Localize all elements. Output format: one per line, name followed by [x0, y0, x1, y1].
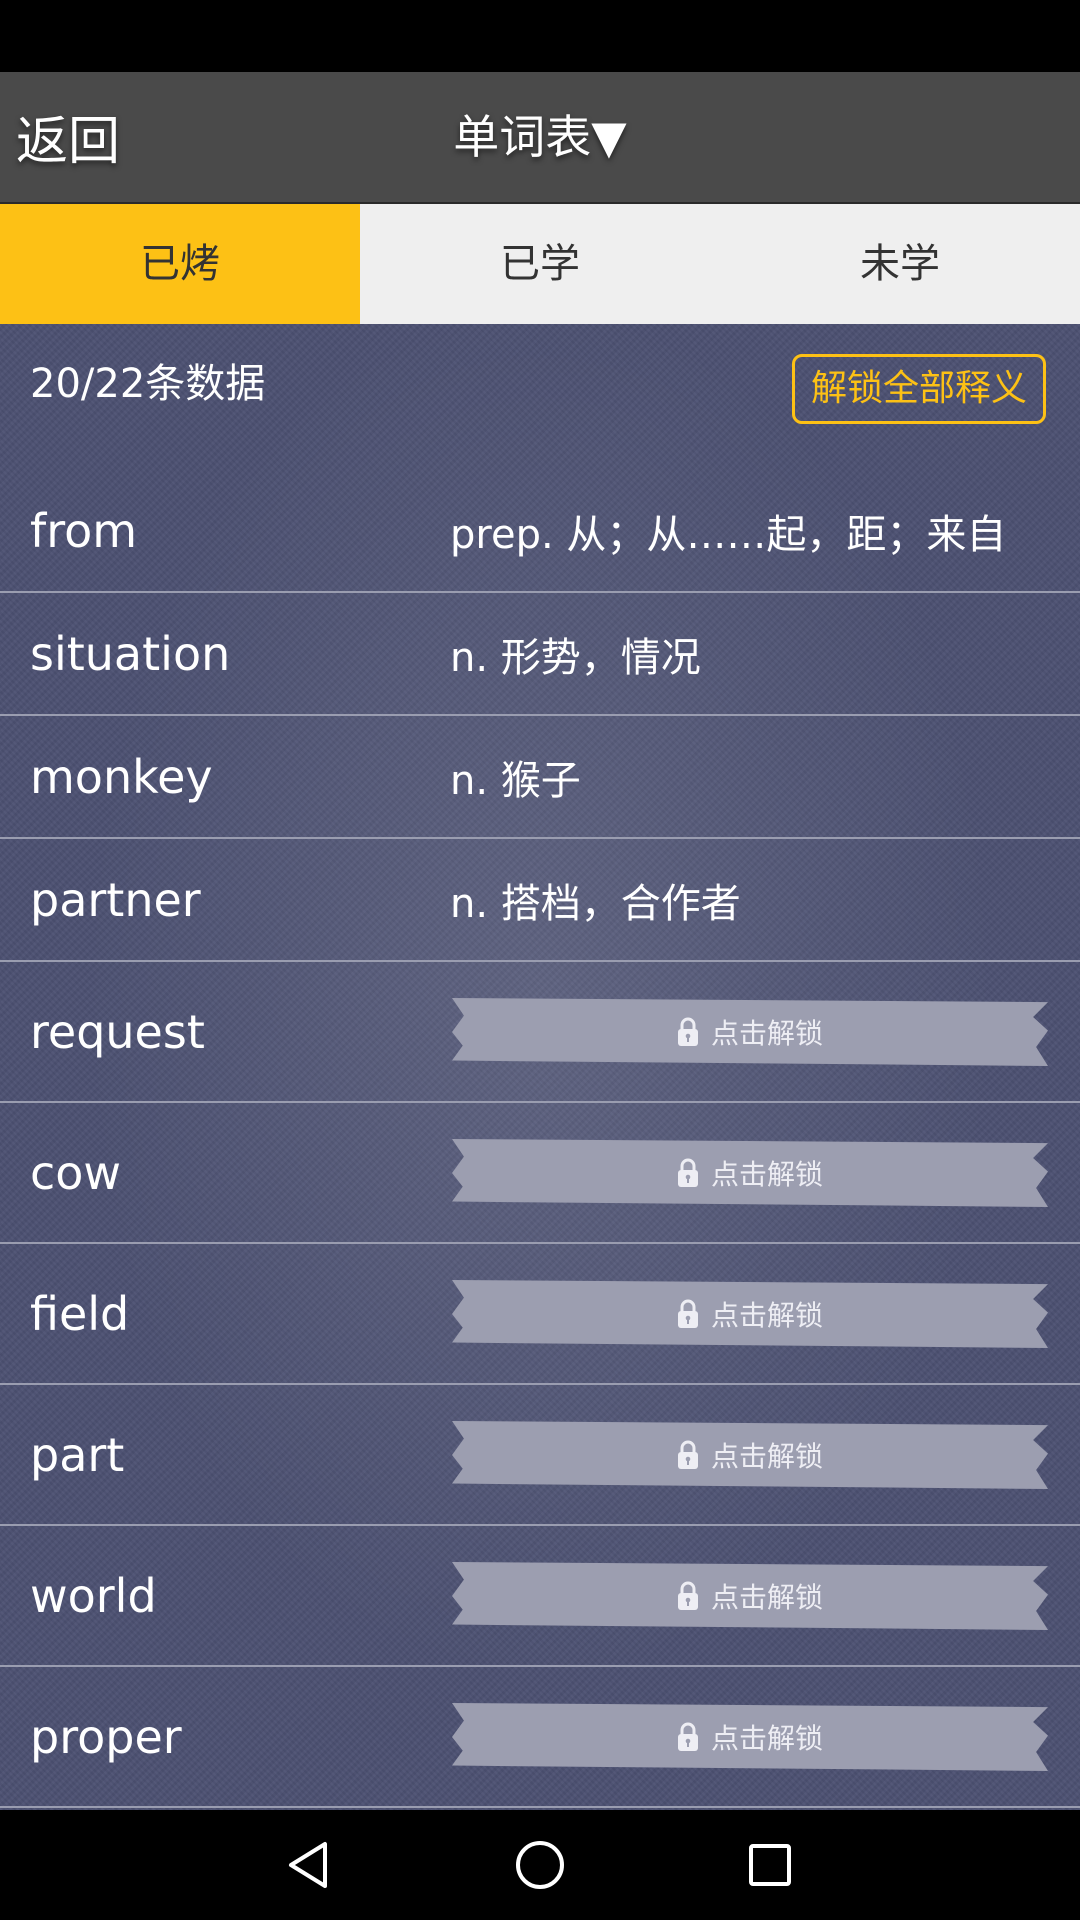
home-circle-icon[interactable]: [510, 1835, 570, 1895]
top-bar: 返回 单词表▼: [0, 72, 1080, 204]
word-row[interactable]: monkey n. 猴子: [0, 716, 1080, 839]
unlock-label: 点击解锁: [710, 1158, 823, 1191]
status-bar: [0, 0, 1080, 72]
tap-to-unlock-button[interactable]: 点击解锁: [452, 1703, 1048, 1771]
word-meaning: n. 形势，情况: [450, 634, 701, 681]
word-text: proper: [30, 1709, 182, 1764]
word-row[interactable]: world 点击解锁: [0, 1526, 1080, 1667]
word-row[interactable]: part 点击解锁: [0, 1385, 1080, 1526]
lock-icon: [677, 1158, 699, 1188]
system-nav-bar: [0, 1810, 1080, 1920]
word-text: part: [30, 1427, 125, 1482]
word-row[interactable]: cow 点击解锁: [0, 1103, 1080, 1244]
unlock-label: 点击解锁: [710, 1581, 823, 1614]
lock-icon: [677, 1440, 699, 1470]
word-row[interactable]: request 点击解锁: [0, 962, 1080, 1103]
word-text: field: [30, 1286, 130, 1341]
unlock-label: 点击解锁: [710, 1017, 823, 1050]
recents-square-icon[interactable]: [740, 1835, 800, 1895]
lock-icon: [677, 1017, 699, 1047]
tab-bar: 已烤 已学 未学: [0, 204, 1080, 324]
word-text: cow: [30, 1145, 122, 1200]
unlock-label: 点击解锁: [710, 1722, 823, 1755]
word-list: from prep. 从；从……起，距；来自 situation n. 形势，情况 mo…: [0, 470, 1080, 1808]
word-text: from: [30, 503, 138, 558]
tap-to-unlock-button[interactable]: 点击解锁: [452, 1139, 1048, 1207]
tap-to-unlock-button[interactable]: 点击解锁: [452, 1421, 1048, 1489]
dropdown-triangle-icon: ▼: [591, 110, 627, 164]
word-row[interactable]: partner n. 搭档，合作者: [0, 839, 1080, 962]
word-text: request: [30, 1004, 205, 1059]
tab-roasted[interactable]: 已烤: [0, 204, 360, 324]
tap-to-unlock-button[interactable]: 点击解锁: [452, 1562, 1048, 1630]
word-list-panel: 20/22条数据 解锁全部释义 from prep. 从；从……起，距；来自 sit…: [0, 324, 1080, 1810]
word-text: situation: [30, 626, 231, 681]
unlock-label: 点击解锁: [710, 1440, 823, 1473]
word-text: partner: [30, 872, 201, 927]
lock-icon: [677, 1299, 699, 1329]
tab-unlearned[interactable]: 未学: [720, 204, 1080, 324]
word-text: world: [30, 1568, 157, 1623]
lock-icon: [677, 1581, 699, 1611]
word-row[interactable]: from prep. 从；从……起，距；来自: [0, 470, 1080, 593]
word-meaning: n. 猴子: [450, 757, 581, 804]
tap-to-unlock-button[interactable]: 点击解锁: [452, 998, 1048, 1066]
wordlist-title-dropdown[interactable]: 单词表▼: [0, 92, 1080, 182]
tap-to-unlock-button[interactable]: 点击解锁: [452, 1280, 1048, 1348]
back-triangle-icon[interactable]: [280, 1835, 340, 1895]
lock-icon: [677, 1722, 699, 1752]
word-meaning: n. 搭档，合作者: [450, 880, 741, 927]
unlock-all-meanings-button[interactable]: 解锁全部释义: [792, 354, 1046, 424]
page-title: 单词表: [453, 110, 592, 164]
unlock-label: 点击解锁: [710, 1299, 823, 1332]
word-row[interactable]: field 点击解锁: [0, 1244, 1080, 1385]
tab-learned[interactable]: 已学: [360, 204, 720, 324]
word-meaning: prep. 从；从……起，距；来自: [450, 511, 1007, 558]
record-count: 20/22条数据: [30, 361, 266, 407]
word-row[interactable]: situation n. 形势，情况: [0, 593, 1080, 716]
word-row[interactable]: proper 点击解锁: [0, 1667, 1080, 1808]
word-text: monkey: [30, 749, 213, 804]
